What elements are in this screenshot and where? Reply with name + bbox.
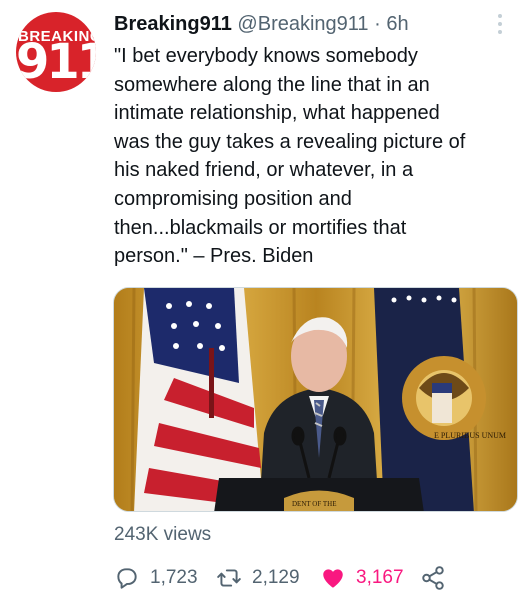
podium: DENT OF THE bbox=[214, 478, 424, 511]
retweet-icon bbox=[217, 569, 241, 587]
more-icon[interactable] bbox=[488, 12, 512, 36]
retweet-button[interactable]: 2,129 bbox=[216, 560, 300, 596]
heart-icon bbox=[323, 569, 343, 588]
tweet-header: Breaking911 @Breaking911 · 6h bbox=[114, 10, 409, 38]
tweet-line: somewhere along the line that in an bbox=[114, 73, 430, 96]
share-button[interactable] bbox=[420, 560, 456, 596]
reply-icon bbox=[117, 568, 137, 589]
podium-seal-text: DENT OF THE bbox=[292, 500, 336, 508]
tweet-line: was the guy takes a revealing picture of bbox=[114, 130, 466, 153]
media-scene: E PLURIBUS UNUM DENT OF THE bbox=[114, 288, 517, 511]
like-count: 3,167 bbox=[356, 567, 404, 588]
tweet-text: "I bet everybody knows somebody somewher… bbox=[114, 42, 524, 271]
view-count: 243K views bbox=[114, 524, 212, 545]
timestamp[interactable]: 6h bbox=[386, 13, 408, 35]
tweet-line: compromising position and bbox=[114, 187, 352, 210]
avatar[interactable]: BREAKING 911 bbox=[16, 12, 96, 92]
reply-count: 1,723 bbox=[150, 567, 198, 588]
separator: · bbox=[374, 13, 381, 35]
like-button[interactable]: 3,167 bbox=[320, 560, 404, 596]
avatar-brand-number: 911 bbox=[16, 34, 96, 90]
tweet-line: person." – Pres. Biden bbox=[114, 245, 314, 268]
tweet-media-video[interactable]: E PLURIBUS UNUM DENT OF THE bbox=[113, 287, 518, 512]
tweet-line: "I bet everybody knows somebody bbox=[114, 45, 418, 67]
tweet-line: his naked friend, or whatever, in a bbox=[114, 159, 414, 182]
tweet-line: intimate relationship, what happened bbox=[114, 102, 440, 125]
share-icon bbox=[422, 566, 444, 590]
tweet-actions: 1,723 2,129 3,167 bbox=[114, 560, 524, 596]
retweet-count: 2,129 bbox=[252, 567, 300, 588]
display-name[interactable]: Breaking911 bbox=[114, 13, 232, 35]
tweet-line: then...blackmails or mortifies that bbox=[114, 216, 407, 239]
handle[interactable]: @Breaking911 bbox=[237, 13, 368, 35]
seal-motto: E PLURIBUS UNUM bbox=[434, 431, 506, 440]
reply-button[interactable]: 1,723 bbox=[114, 560, 198, 596]
